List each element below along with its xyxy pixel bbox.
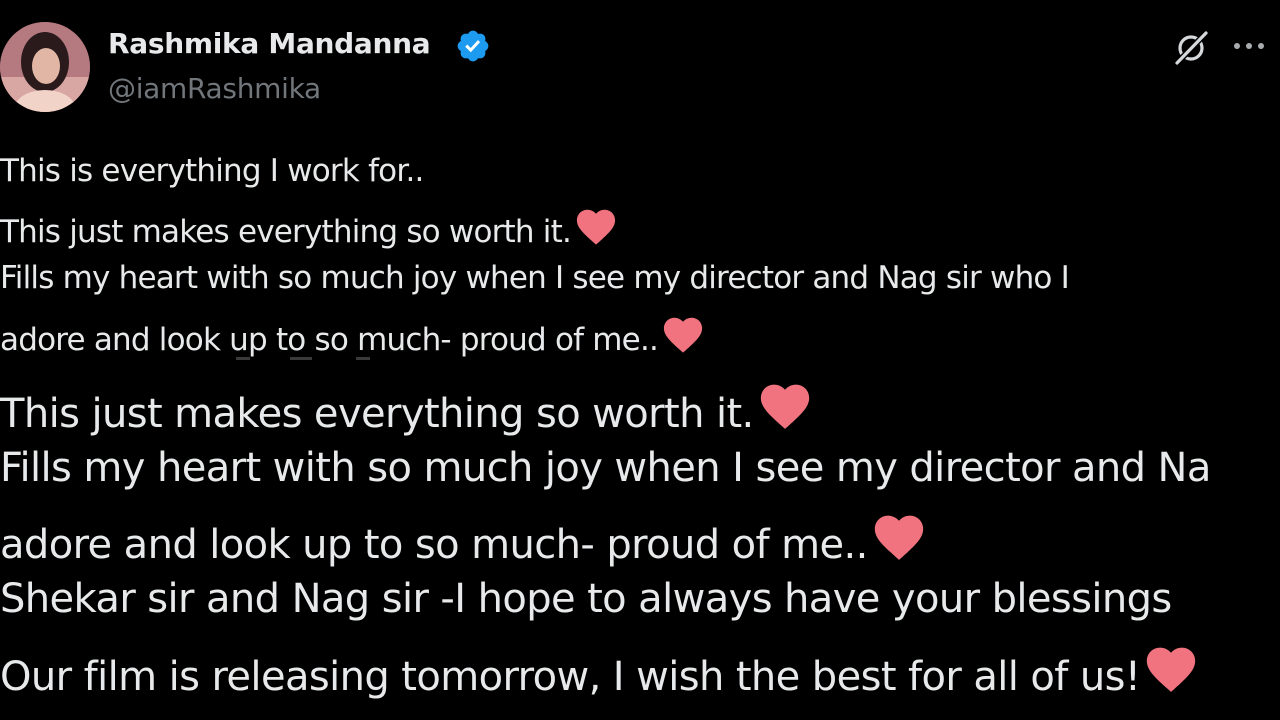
tweet-line: This is everything I work for.. xyxy=(0,151,424,191)
tweet-line-text: adore and look up to so much- proud of m… xyxy=(0,322,659,358)
heart-emoji-icon xyxy=(760,384,809,429)
avatar-photo xyxy=(0,22,90,112)
divider xyxy=(290,357,312,360)
zoomed-line: Shekar sir and Nag sir -I hope to always… xyxy=(0,574,1280,624)
tweet-line-text: Fills my heart with so much joy when I s… xyxy=(0,260,1070,296)
zoomed-line-text: Our film is releasing tomorrow, I wish t… xyxy=(0,654,1141,700)
verified-badge-icon[interactable] xyxy=(455,28,491,64)
avatar[interactable] xyxy=(0,22,90,112)
tweet-line-text: This just makes everything so worth it. xyxy=(0,214,572,250)
display-name[interactable]: Rashmika Mandanna xyxy=(108,26,431,62)
tweet-line: Fills my heart with so much joy when I s… xyxy=(0,258,1070,298)
grok-icon[interactable] xyxy=(1171,28,1211,68)
zoomed-line: Our film is releasing tomorrow, I wish t… xyxy=(0,640,1280,702)
divider xyxy=(356,357,370,360)
zoomed-line-text: This just makes everything so worth it. xyxy=(0,391,754,437)
heart-emoji-icon xyxy=(1147,647,1196,692)
zoomed-line: This just makes everything so worth it. xyxy=(0,377,814,439)
zoomed-line: adore and look up to so much- proud of m… xyxy=(0,508,928,570)
zoomed-line: Fills my heart with so much joy when I s… xyxy=(0,443,1280,493)
divider xyxy=(236,357,250,360)
zoomed-line-text: Fills my heart with so much joy when I s… xyxy=(0,445,1211,491)
tweet-line: This just makes everything so worth it. xyxy=(0,204,619,252)
tweet-line: adore and look up to so much- proud of m… xyxy=(0,312,706,360)
zoomed-line-text: Shekar sir and Nag sir -I hope to always… xyxy=(0,576,1172,622)
user-handle[interactable]: @iamRashmika xyxy=(108,70,321,108)
zoomed-line-text: adore and look up to so much- proud of m… xyxy=(0,522,868,568)
tweet-line-text: This is everything I work for.. xyxy=(0,153,424,189)
heart-emoji-icon xyxy=(874,515,923,560)
heart-emoji-icon xyxy=(663,317,703,353)
heart-emoji-icon xyxy=(576,209,616,245)
more-icon[interactable] xyxy=(1229,34,1269,58)
